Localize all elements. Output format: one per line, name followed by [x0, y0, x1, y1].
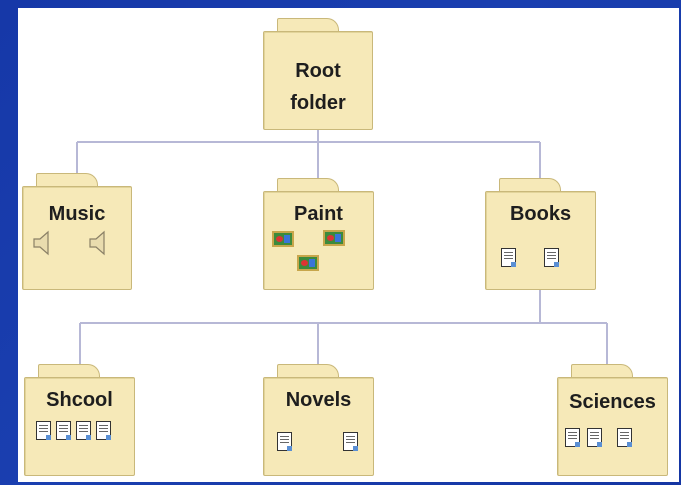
document-icon	[565, 428, 580, 447]
shcool-folder[interactable]: Shcool	[24, 364, 135, 476]
document-icon	[587, 428, 602, 447]
books-folder-label: Books	[509, 203, 572, 225]
picture-icon	[297, 255, 319, 271]
music-folder-label: Music	[48, 203, 106, 225]
document-icon	[343, 432, 358, 451]
novels-folder-label: Novels	[285, 389, 352, 411]
document-icon	[501, 248, 516, 267]
picture-icon	[323, 230, 345, 246]
document-icon	[56, 421, 71, 440]
picture-icon	[272, 231, 294, 247]
document-icon	[617, 428, 632, 447]
shcool-folder-label: Shcool	[46, 389, 113, 411]
music-folder[interactable]: Music	[22, 173, 132, 290]
sciences-folder[interactable]: Sciences	[557, 364, 668, 476]
speaker-icon	[89, 230, 105, 256]
books-folder[interactable]: Books	[485, 178, 596, 290]
root-folder-label-line1: Root	[295, 60, 341, 82]
speaker-icon	[33, 230, 49, 256]
paint-folder[interactable]: Paint	[263, 178, 374, 290]
paint-folder-label: Paint	[294, 203, 343, 225]
document-icon	[96, 421, 111, 440]
sciences-folder-label: Sciences	[569, 391, 656, 413]
document-icon	[544, 248, 559, 267]
document-icon	[36, 421, 51, 440]
document-icon	[277, 432, 292, 451]
novels-folder[interactable]: Novels	[263, 364, 374, 476]
root-folder-label-line2: folder	[290, 92, 346, 114]
document-icon	[76, 421, 91, 440]
root-folder[interactable]: Root folder	[263, 18, 373, 130]
